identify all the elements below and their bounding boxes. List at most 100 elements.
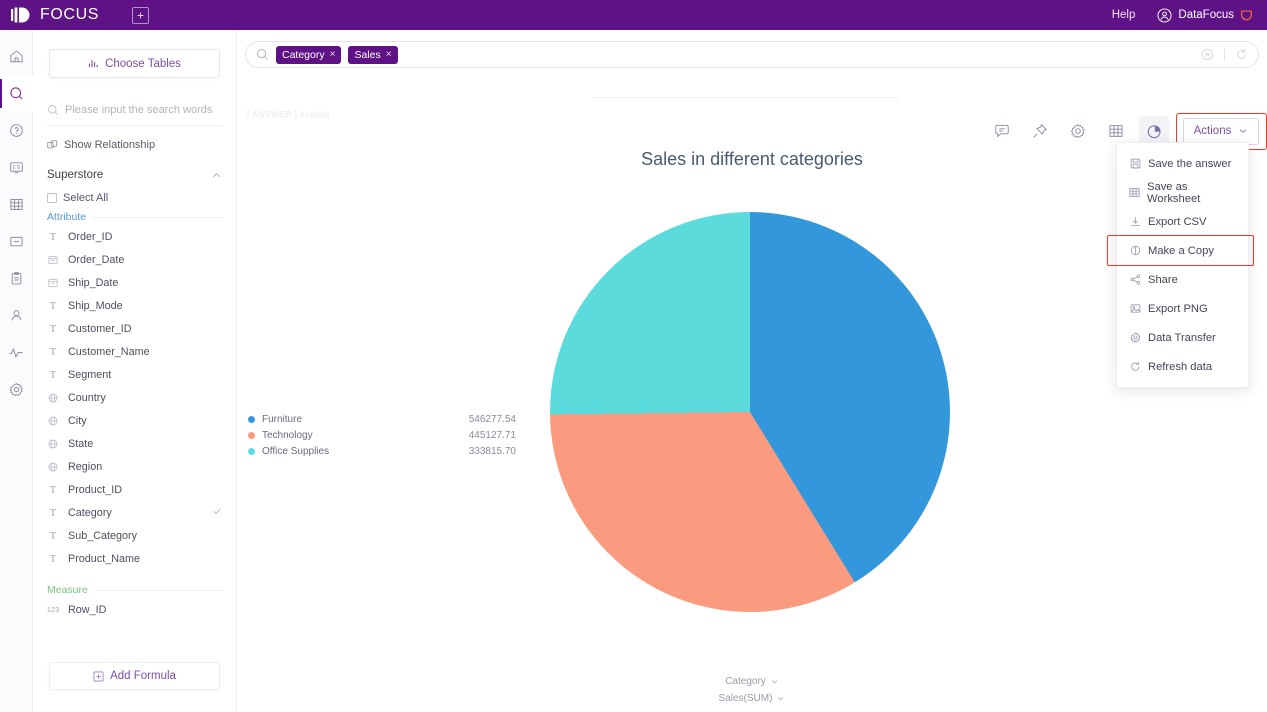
actions-menu-item[interactable]: Share — [1117, 265, 1248, 294]
chevron-up-icon[interactable] — [211, 170, 222, 181]
field-item[interactable]: T Order_ID — [33, 225, 236, 248]
field-label: Customer_ID — [68, 322, 132, 335]
actions-menu-item[interactable]: Export PNG — [1117, 294, 1248, 323]
measure-axis-control[interactable]: Sales(SUM) — [719, 691, 786, 706]
user-menu[interactable]: DataFocus — [1157, 7, 1253, 23]
choose-tables-button[interactable]: Choose Tables — [49, 49, 220, 78]
help-link[interactable]: Help — [1112, 9, 1136, 21]
clear-circle-icon[interactable] — [1201, 48, 1214, 61]
field-type-icon: T — [47, 323, 59, 335]
gear-icon — [1070, 124, 1085, 139]
sidebar-item-help[interactable] — [0, 112, 33, 149]
sidebar-item-home[interactable] — [0, 38, 33, 75]
question-circle-icon — [9, 124, 23, 137]
refresh-icon[interactable] — [1235, 48, 1248, 61]
sidebar-item-monitoring[interactable] — [0, 334, 33, 371]
plus-square-icon — [137, 12, 144, 18]
clipboard-icon — [11, 271, 21, 285]
sidebar-item-users[interactable] — [0, 297, 33, 334]
field-item[interactable]: State — [33, 432, 236, 455]
sidebar-item-dashboard[interactable] — [0, 149, 33, 186]
field-item[interactable]: T Customer_ID — [33, 317, 236, 340]
field-item[interactable]: Country — [33, 386, 236, 409]
pie-chart[interactable] — [550, 212, 950, 612]
grid-table-icon — [1129, 187, 1140, 198]
field-item[interactable]: Region — [33, 455, 236, 478]
field-type-icon: T — [47, 484, 59, 496]
sidebar-item-tables[interactable] — [0, 186, 33, 223]
field-type-icon: T — [47, 553, 59, 565]
brand-text: FOCUS — [40, 6, 99, 23]
actions-menu-item[interactable]: Save as Worksheet — [1117, 178, 1248, 207]
search-bar[interactable]: Category × Sales × — [245, 41, 1259, 68]
close-icon[interactable]: × — [330, 49, 336, 60]
actions-menu-item[interactable]: Make a Copy — [1107, 235, 1254, 266]
field-item[interactable]: City — [33, 409, 236, 432]
add-formula-button[interactable]: Add Formula — [49, 662, 220, 690]
user-icon — [11, 310, 21, 321]
gear-icon — [1129, 332, 1141, 343]
field-item[interactable]: Order_Date — [33, 248, 236, 271]
legend-item[interactable]: Technology 445127.71 — [248, 427, 516, 443]
field-item[interactable]: T Ship_Mode — [33, 294, 236, 317]
actions-menu-item-label: Save as Worksheet — [1147, 180, 1201, 205]
legend-item[interactable]: Furniture 546277.54 — [248, 411, 516, 427]
field-item[interactable]: T Product_ID — [33, 478, 236, 501]
legend-color-dot — [248, 431, 255, 439]
actions-button[interactable]: Actions — [1183, 117, 1259, 145]
pin-button[interactable] — [1025, 116, 1055, 146]
panel-search[interactable] — [47, 100, 222, 126]
search-chip-label: Category — [282, 48, 325, 61]
field-label: Ship_Date — [68, 276, 119, 289]
panel-search-input[interactable] — [65, 103, 215, 116]
text-field-icon: T — [49, 368, 57, 381]
field-item[interactable]: T Segment — [33, 363, 236, 386]
field-item[interactable]: 123 Row_ID — [33, 598, 236, 621]
pulse-icon — [9, 348, 23, 358]
field-item[interactable]: T Product_Name — [33, 547, 236, 570]
sidebar-item-search[interactable] — [0, 75, 33, 112]
field-item[interactable]: T Category — [33, 501, 236, 524]
close-icon[interactable]: × — [386, 49, 392, 60]
comment-button[interactable] — [987, 116, 1017, 146]
sidebar-item-tasks[interactable] — [0, 260, 33, 297]
field-type-icon: T — [47, 346, 59, 358]
measure-axis-label: Sales(SUM) — [718, 693, 773, 704]
sidebar-item-folder[interactable] — [0, 223, 33, 260]
category-axis-control[interactable]: Category — [725, 674, 779, 689]
legend-label: Technology — [262, 429, 313, 441]
text-field-icon: T — [49, 483, 57, 496]
legend-label: Office Supplies — [262, 445, 330, 457]
select-all-checkbox[interactable] — [47, 193, 57, 203]
brand[interactable]: FOCUS — [11, 6, 99, 24]
add-tab-button[interactable] — [132, 6, 149, 24]
pie-chart-icon — [1147, 124, 1161, 138]
home-icon — [9, 50, 23, 63]
actions-menu-item[interactable]: Export CSV — [1117, 207, 1248, 236]
search-chip[interactable]: Sales × — [348, 45, 398, 64]
actions-menu-item[interactable]: Data Transfer — [1117, 323, 1248, 352]
actions-menu-item-label: Make a Copy — [1148, 244, 1214, 257]
field-item[interactable]: Ship_Date — [33, 271, 236, 294]
legend-item[interactable]: Office Supplies 333815.70 — [248, 443, 516, 459]
table-group-superstore[interactable]: Superstore — [47, 169, 222, 181]
field-label: Order_ID — [68, 230, 113, 243]
folder-icon — [9, 236, 23, 247]
show-relationship-button[interactable]: Show Relationship — [47, 139, 222, 151]
select-all-row[interactable]: Select All — [47, 192, 222, 204]
actions-menu-item[interactable]: Refresh data — [1117, 352, 1248, 381]
table-name: Superstore — [47, 169, 104, 181]
field-type-icon: T — [47, 231, 59, 243]
shield-icon — [1241, 9, 1252, 20]
divider — [1224, 48, 1225, 61]
actions-menu-item-label: Share — [1148, 273, 1178, 286]
search-chip[interactable]: Category × — [276, 45, 342, 64]
left-icon-rail — [0, 30, 33, 712]
sidebar-item-settings[interactable] — [0, 371, 33, 408]
field-item[interactable]: T Sub_Category — [33, 524, 236, 547]
settings-button[interactable] — [1063, 116, 1093, 146]
field-type-icon: T — [47, 530, 59, 542]
field-item[interactable]: T Customer_Name — [33, 340, 236, 363]
text-field-icon: T — [49, 552, 57, 565]
header-right: Help DataFocus — [1112, 7, 1253, 23]
